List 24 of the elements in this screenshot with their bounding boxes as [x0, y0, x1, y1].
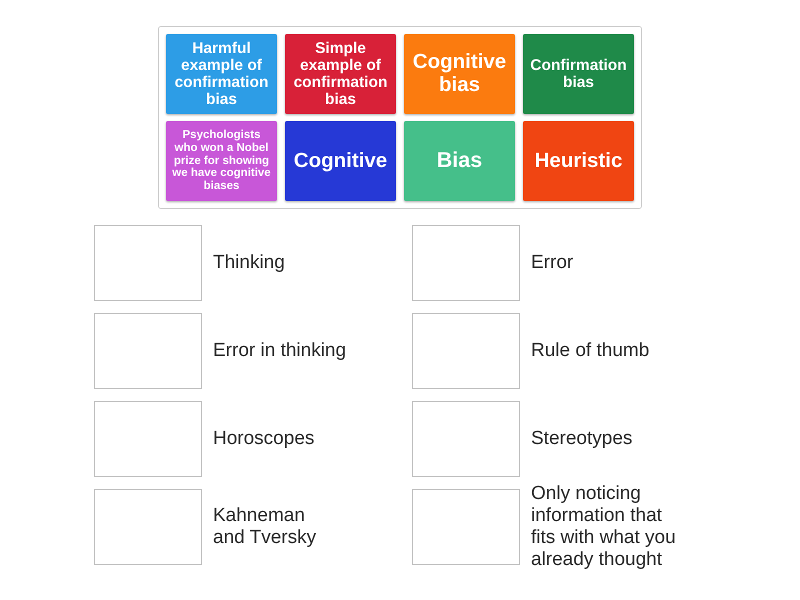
answer-label: Error: [531, 252, 574, 274]
answer-tile[interactable]: Harmful example of confirmation bias: [166, 34, 277, 114]
drop-zone[interactable]: [412, 313, 520, 389]
drop-zone[interactable]: [94, 313, 202, 389]
answer-tile[interactable]: Bias: [404, 121, 515, 201]
drop-zone[interactable]: [94, 225, 202, 301]
answer-label: Stereotypes: [531, 428, 632, 450]
answer-label: Kahneman and Tversky: [213, 505, 316, 549]
answer-label: Rule of thumb: [531, 340, 650, 362]
answer-tile[interactable]: Psychologists who won a Nobel prize for showing we have cognitive biases: [166, 121, 277, 201]
answer-label: Thinking: [213, 252, 285, 274]
answer-tile[interactable]: Simple example of confirmation bias: [285, 34, 396, 114]
drop-zone[interactable]: [94, 489, 202, 565]
answer-label: Error in thinking: [213, 340, 346, 362]
drop-zone[interactable]: [412, 401, 520, 477]
drop-zone[interactable]: [412, 489, 520, 565]
answer-label: Horoscopes: [213, 428, 314, 450]
answer-label: Only noticing information that fits with what you already thought: [531, 483, 677, 571]
answer-tile[interactable]: Heuristic: [523, 121, 634, 201]
answer-tile[interactable]: Confirmation bias: [523, 34, 634, 114]
answer-tile[interactable]: Cognitive bias: [404, 34, 515, 114]
drop-zone[interactable]: [94, 401, 202, 477]
answer-tile[interactable]: Cognitive: [285, 121, 396, 201]
drop-zone[interactable]: [412, 225, 520, 301]
